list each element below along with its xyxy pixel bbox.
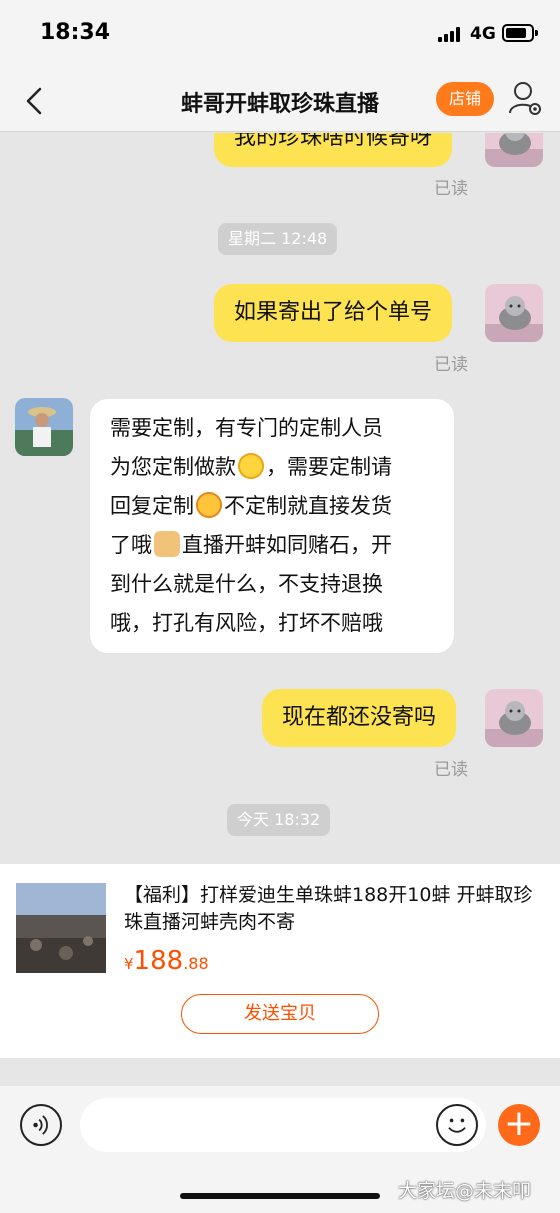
message-line: 为您定制做款 ，需要定制请	[110, 453, 392, 479]
message-bubble-seller[interactable]: 需要定制，有专门的定制人员 为您定制做款 ，需要定制请 回复定制 不定制就直接发货 …	[90, 399, 454, 653]
cat-avatar-image	[485, 133, 543, 167]
add-more-button[interactable]: +	[498, 1104, 540, 1146]
product-card[interactable]: 【福利】打样爱迪生单珠蚌188开10蚌 开蚌取珍珠直播河蚌壳肉不寄 ¥188.8…	[0, 864, 560, 1058]
self-avatar[interactable]	[485, 689, 543, 747]
nav-bar: 蚌哥开蚌取珍珠直播 店铺	[0, 70, 560, 132]
signal-icon	[438, 26, 466, 42]
message-line: 到什么就是什么，不支持退换	[110, 572, 383, 596]
hug-emoji-icon	[196, 492, 222, 518]
cat-avatar-image	[485, 284, 543, 342]
read-status: 已读	[434, 179, 468, 199]
chat-timestamp: 今天 18:32	[227, 804, 331, 836]
product-title[interactable]: 【福利】打样爱迪生单珠蚌188开10蚌 开蚌取珍珠直播河蚌壳肉不寄	[124, 882, 534, 936]
message-input[interactable]	[80, 1098, 486, 1152]
watermark: 大家坛@未末叩	[398, 1180, 532, 1202]
smile-emoji-icon	[238, 453, 264, 479]
voice-input-icon[interactable]	[20, 1104, 62, 1146]
message-bubble-self[interactable]: 我的珍珠啥时候寄呀	[214, 133, 453, 167]
emoji-picker-icon[interactable]	[436, 1104, 478, 1146]
read-status: 已读	[434, 355, 468, 375]
product-image[interactable]	[16, 883, 106, 973]
seller-avatar[interactable]	[15, 398, 73, 456]
battery-icon	[502, 24, 538, 42]
status-time: 18:34	[40, 20, 111, 45]
chat-area[interactable]: 我的珍珠啥时候寄呀 已读 星期二 12:48 如果寄出了给个单号 已读 需要定制…	[0, 133, 560, 863]
chat-timestamp: 星期二 12:48	[218, 223, 338, 255]
cat-avatar-image	[485, 689, 543, 747]
product-price: ¥188.88	[124, 946, 209, 976]
network-label: 4G	[470, 24, 496, 44]
message-line: 了哦 直播开蚌如同赌石，开	[110, 531, 392, 557]
send-product-button[interactable]: 发送宝贝	[181, 994, 379, 1034]
home-indicator[interactable]	[180, 1193, 380, 1199]
read-status: 已读	[434, 760, 468, 780]
message-bubble-self[interactable]: 如果寄出了给个单号	[214, 284, 453, 342]
status-bar: 18:34 4G	[0, 0, 560, 70]
shop-button[interactable]: 店铺	[436, 82, 494, 116]
message-line: 哦，打孔有风险，打坏不赔哦	[110, 611, 383, 635]
message-bubble-self[interactable]: 现在都还没寄吗	[262, 689, 457, 747]
message-line: 回复定制 不定制就直接发货	[110, 492, 392, 518]
user-settings-icon[interactable]	[508, 80, 542, 116]
self-avatar[interactable]	[485, 284, 543, 342]
handshake-emoji-icon	[154, 531, 180, 557]
message-line: 需要定制，有专门的定制人员	[110, 416, 383, 440]
seller-avatar-image	[15, 398, 73, 456]
product-photo	[16, 883, 106, 973]
self-avatar[interactable]	[485, 133, 543, 167]
